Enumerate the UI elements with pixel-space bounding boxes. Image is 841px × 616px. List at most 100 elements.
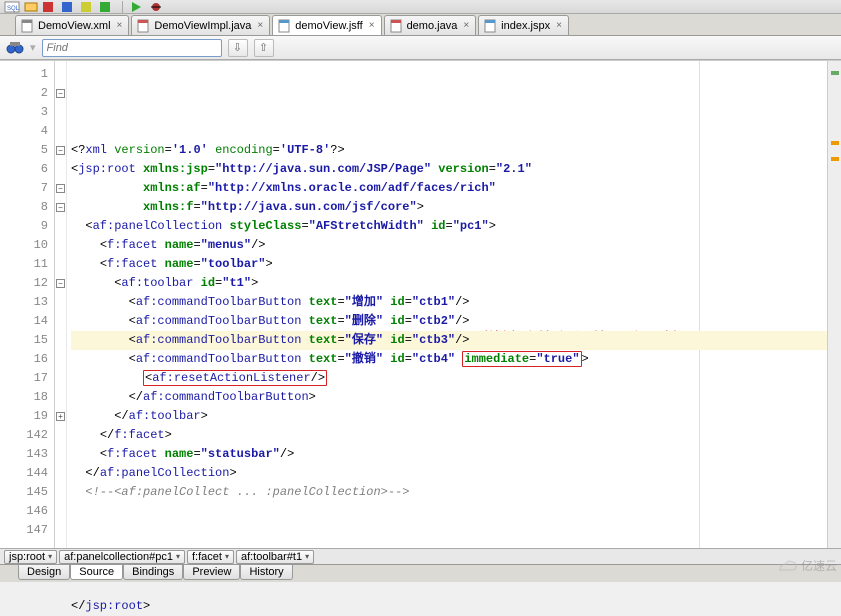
fold-cell bbox=[55, 236, 66, 255]
fold-cell bbox=[55, 502, 66, 521]
line-number: 17 bbox=[0, 369, 54, 388]
fold-cell bbox=[55, 293, 66, 312]
find-next-button[interactable]: ⇧ bbox=[254, 39, 274, 57]
find-input[interactable] bbox=[42, 39, 222, 57]
yellow-square-icon[interactable] bbox=[80, 1, 96, 13]
open-icon[interactable] bbox=[23, 1, 39, 13]
file-tab-1[interactable]: DemoViewImpl.java× bbox=[131, 15, 270, 35]
code-line[interactable]: xmlns:af="http://xmlns.oracle.com/adf/fa… bbox=[71, 179, 827, 198]
sql-icon[interactable]: SQL bbox=[4, 1, 20, 13]
run-icon[interactable] bbox=[130, 1, 146, 13]
line-number: 143 bbox=[0, 445, 54, 464]
find-prev-button[interactable]: ⇩ bbox=[228, 39, 248, 57]
fold-cell bbox=[55, 122, 66, 141]
code-line[interactable]: <af:commandToolbarButton text="删除" id="c… bbox=[71, 312, 827, 331]
file-tabs-bar: DemoView.xml×DemoViewImpl.java×demoView.… bbox=[0, 14, 841, 36]
fold-toggle[interactable]: − bbox=[56, 279, 65, 288]
line-number: 3 bbox=[0, 103, 54, 122]
code-line[interactable] bbox=[71, 502, 827, 521]
fold-cell bbox=[55, 103, 66, 122]
ruler-marker[interactable] bbox=[831, 157, 839, 161]
code-line[interactable] bbox=[71, 540, 827, 559]
breadcrumb-item-0[interactable]: jsp:root▾ bbox=[4, 550, 57, 564]
code-line[interactable]: </af:toolbar> bbox=[71, 407, 827, 426]
red-square-icon[interactable] bbox=[42, 1, 58, 13]
file-tab-4[interactable]: index.jspx × bbox=[478, 15, 569, 35]
chevron-down-icon: ▾ bbox=[48, 552, 52, 561]
code-content[interactable]: 撤销功能必须的两个属性 <?xml version='1.0' encoding… bbox=[67, 61, 827, 548]
line-number: 18 bbox=[0, 388, 54, 407]
fold-cell bbox=[55, 350, 66, 369]
fold-toggle[interactable]: − bbox=[56, 146, 65, 155]
line-number: 13 bbox=[0, 293, 54, 312]
code-line[interactable]: <jsp:root xmlns:jsp="http://java.sun.com… bbox=[71, 160, 827, 179]
fold-cell bbox=[55, 426, 66, 445]
ruler-marker[interactable] bbox=[831, 71, 839, 75]
close-tab-icon[interactable]: × bbox=[115, 20, 123, 31]
line-number: 2 bbox=[0, 84, 54, 103]
blue-square-icon[interactable] bbox=[61, 1, 77, 13]
code-line[interactable]: </af:commandToolbarButton> bbox=[71, 388, 827, 407]
line-number: 19 bbox=[0, 407, 54, 426]
fold-toggle[interactable]: − bbox=[56, 203, 65, 212]
debug-icon[interactable] bbox=[149, 1, 165, 13]
close-tab-icon[interactable]: × bbox=[554, 20, 562, 31]
code-line[interactable]: <af:commandToolbarButton text="增加" id="c… bbox=[71, 293, 827, 312]
line-number: 142 bbox=[0, 426, 54, 445]
fold-cell bbox=[55, 255, 66, 274]
fold-toggle[interactable]: + bbox=[56, 412, 65, 421]
svg-text:SQL: SQL bbox=[7, 6, 20, 12]
overview-ruler[interactable] bbox=[827, 61, 841, 548]
toolbar-separator bbox=[122, 1, 123, 13]
line-number: 14 bbox=[0, 312, 54, 331]
file-tab-0[interactable]: DemoView.xml× bbox=[15, 15, 129, 35]
close-tab-icon[interactable]: × bbox=[367, 20, 375, 31]
main-toolbar: SQL bbox=[0, 0, 841, 14]
line-number-gutter: 1234567891011121314151617181914214314414… bbox=[0, 61, 55, 548]
fold-gutter: − − − − − + bbox=[55, 61, 67, 548]
code-line[interactable]: <af:commandToolbarButton text="保存" id="c… bbox=[71, 331, 827, 350]
code-line[interactable]: <f:facet name="statusbar"/> bbox=[71, 445, 827, 464]
code-line[interactable]: <!--<af:panelCollect ... :panelCollectio… bbox=[71, 483, 827, 502]
fold-cell bbox=[55, 160, 66, 179]
fold-toggle[interactable]: − bbox=[56, 89, 65, 98]
xml-file-icon bbox=[20, 19, 34, 33]
code-line[interactable]: <f:facet name="toolbar"> bbox=[71, 255, 827, 274]
code-line[interactable]: <f:facet name="menus"/> bbox=[71, 236, 827, 255]
code-line[interactable]: <af:commandToolbarButton text="撤销" id="c… bbox=[71, 350, 827, 369]
find-dropdown-icon[interactable]: ▾ bbox=[30, 41, 36, 54]
file-tab-2[interactable]: demoView.jsff × bbox=[272, 15, 381, 35]
code-line[interactable] bbox=[71, 578, 827, 597]
line-number: 11 bbox=[0, 255, 54, 274]
green-square-icon[interactable] bbox=[99, 1, 115, 13]
fold-cell bbox=[55, 331, 66, 350]
file-tab-label: demoView.jsff bbox=[295, 20, 362, 32]
ruler-marker[interactable] bbox=[831, 141, 839, 145]
fold-cell: − bbox=[55, 198, 66, 217]
code-line[interactable]: <?xml version='1.0' encoding='UTF-8'?> bbox=[71, 141, 827, 160]
code-line[interactable]: xmlns:f="http://java.sun.com/jsf/core"> bbox=[71, 198, 827, 217]
close-tab-icon[interactable]: × bbox=[255, 20, 263, 31]
code-line[interactable]: <af:resetActionListener/> bbox=[71, 369, 827, 388]
code-line[interactable]: </f:facet> bbox=[71, 426, 827, 445]
code-line[interactable]: </af:panelCollection> bbox=[71, 464, 827, 483]
code-line[interactable] bbox=[71, 559, 827, 578]
watermark: 亿速云 bbox=[776, 557, 837, 574]
line-number: 8 bbox=[0, 198, 54, 217]
file-tab-3[interactable]: demo.java× bbox=[384, 15, 477, 35]
fold-cell bbox=[55, 388, 66, 407]
fold-cell: + bbox=[55, 407, 66, 426]
code-line[interactable] bbox=[71, 521, 827, 540]
code-line[interactable]: <af:panelCollection styleClass="AFStretc… bbox=[71, 217, 827, 236]
line-number: 16 bbox=[0, 350, 54, 369]
line-number: 6 bbox=[0, 160, 54, 179]
line-number: 4 bbox=[0, 122, 54, 141]
binoculars-icon[interactable] bbox=[6, 40, 24, 56]
close-tab-icon[interactable]: × bbox=[461, 20, 469, 31]
file-tab-label: index.jspx bbox=[501, 20, 550, 32]
fold-cell: − bbox=[55, 84, 66, 103]
jspx-file-icon bbox=[483, 19, 497, 33]
code-line[interactable]: </jsp:root> bbox=[71, 597, 827, 616]
fold-toggle[interactable]: − bbox=[56, 184, 65, 193]
code-line[interactable]: <af:toolbar id="t1"> bbox=[71, 274, 827, 293]
